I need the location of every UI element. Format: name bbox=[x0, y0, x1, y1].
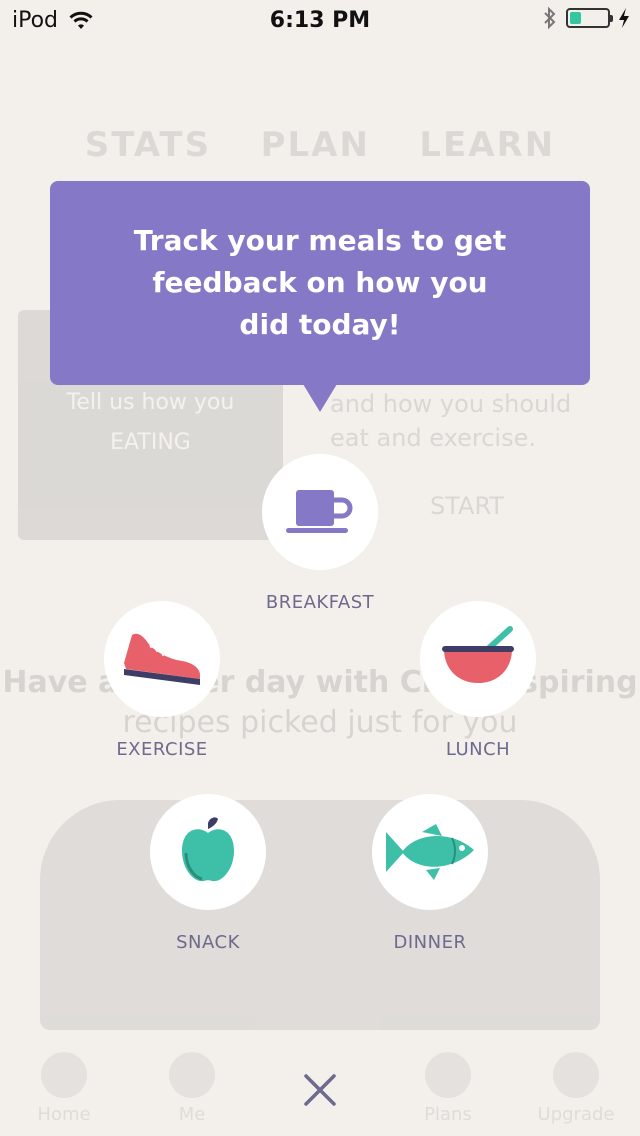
background-tabs: STATS PLAN LEARN bbox=[60, 125, 580, 165]
bg-nav-me: Me bbox=[142, 1051, 242, 1125]
lunch-label: LUNCH bbox=[445, 739, 511, 760]
bg-nav-plans: Plans bbox=[398, 1051, 498, 1125]
cup-icon bbox=[286, 490, 353, 533]
charging-icon bbox=[619, 8, 629, 28]
breakfast-circle[interactable] bbox=[262, 454, 378, 570]
bowl-icon bbox=[442, 626, 514, 683]
exercise-circle[interactable] bbox=[104, 601, 220, 717]
exercise-button[interactable]: EXERCISE bbox=[82, 601, 242, 760]
snack-circle[interactable] bbox=[150, 794, 266, 910]
status-bar: iPod 6:13 PM bbox=[0, 0, 640, 40]
apple-icon bbox=[182, 817, 234, 882]
close-button[interactable] bbox=[285, 1055, 355, 1125]
sneaker-icon bbox=[124, 633, 200, 685]
bg-nav-home: Home bbox=[14, 1051, 114, 1125]
status-right bbox=[542, 6, 630, 30]
battery-fill bbox=[570, 12, 581, 24]
breakfast-button[interactable]: BREAKFAST bbox=[240, 454, 400, 613]
battery-icon bbox=[566, 8, 613, 28]
bg-tab-learn: LEARN bbox=[419, 125, 556, 165]
breakfast-label: BREAKFAST bbox=[265, 592, 375, 613]
snack-button[interactable]: SNACK bbox=[128, 794, 288, 953]
bg-right-text-1: and how you should bbox=[330, 390, 572, 418]
bg-card-text-1: Tell us how you bbox=[66, 390, 235, 415]
bg-tab-plan: PLAN bbox=[260, 125, 370, 165]
snack-label: SNACK bbox=[176, 932, 240, 953]
fish-icon bbox=[386, 824, 474, 880]
dinner-button[interactable]: DINNER bbox=[350, 794, 510, 953]
bg-tab-stats: STATS bbox=[84, 125, 212, 165]
dinner-label: DINNER bbox=[393, 932, 467, 953]
close-icon bbox=[304, 1074, 336, 1106]
exercise-label: EXERCISE bbox=[116, 739, 208, 760]
bg-nav-upgrade: Upgrade bbox=[526, 1051, 626, 1125]
bg-right-button: START bbox=[430, 492, 505, 520]
bluetooth-icon bbox=[544, 6, 556, 30]
tooltip-text: Track your meals to get feedback on how … bbox=[133, 224, 507, 341]
bg-card-text-2: EATING bbox=[110, 430, 191, 455]
background-photo bbox=[40, 800, 600, 1030]
dinner-circle[interactable] bbox=[372, 794, 488, 910]
tooltip-arrow bbox=[303, 384, 337, 412]
tooltip: Track your meals to get feedback on how … bbox=[50, 181, 590, 385]
lunch-button[interactable]: LUNCH bbox=[398, 601, 558, 760]
lunch-circle[interactable] bbox=[420, 601, 536, 717]
bg-right-text-2: eat and exercise. bbox=[330, 424, 536, 452]
